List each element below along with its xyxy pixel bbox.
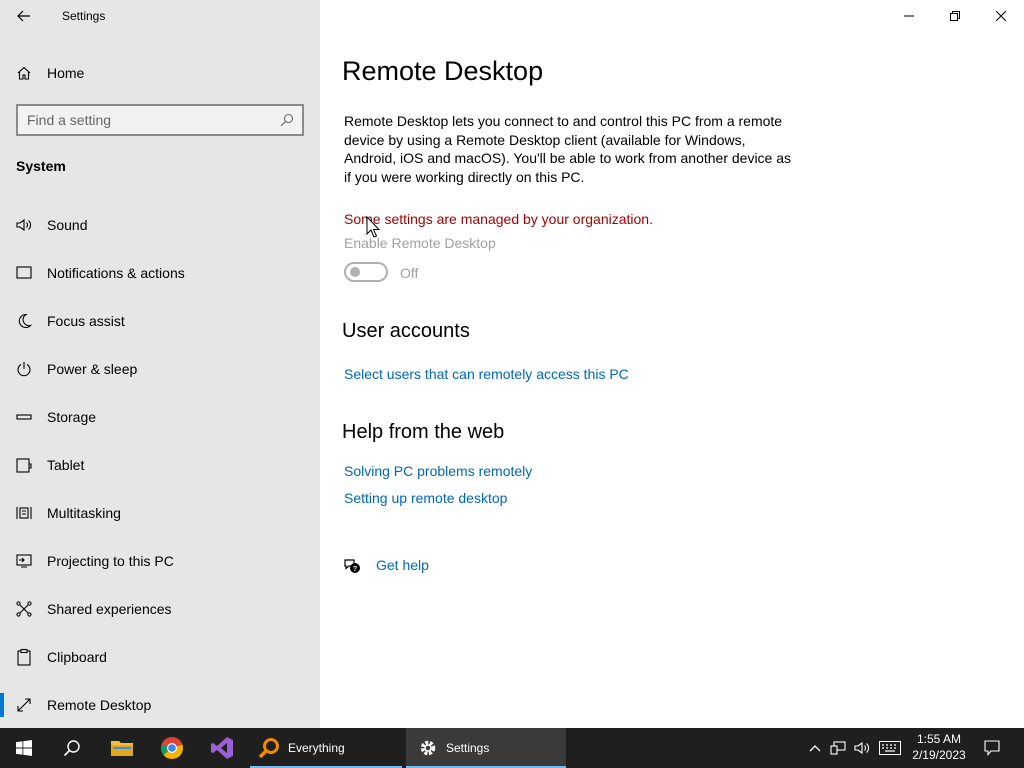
sidebar-item-notifications[interactable]: Notifications & actions bbox=[0, 253, 320, 293]
back-button[interactable] bbox=[10, 4, 38, 28]
taskbar: Everything Settings 1:55 AM 2/19/2023 bbox=[0, 728, 1024, 768]
sidebar-item-storage[interactable]: Storage bbox=[0, 397, 320, 437]
show-hidden-icons-button[interactable] bbox=[804, 728, 826, 768]
page-title: Remote Desktop bbox=[342, 56, 544, 86]
keyboard-icon bbox=[879, 741, 901, 755]
sidebar-item-remote-desktop[interactable]: Remote Desktop bbox=[0, 685, 320, 725]
tablet-icon bbox=[16, 458, 32, 473]
restore-icon bbox=[950, 11, 960, 21]
page-description: Remote Desktop lets you connect to and c… bbox=[344, 113, 792, 185]
sidebar-item-power-sleep[interactable]: Power & sleep bbox=[0, 349, 320, 389]
search-box[interactable] bbox=[16, 104, 304, 136]
sidebar-item-label: Projecting to this PC bbox=[47, 553, 174, 569]
windows-logo-icon bbox=[16, 740, 32, 756]
sidebar-item-label: Focus assist bbox=[47, 313, 125, 329]
search-button[interactable] bbox=[48, 728, 96, 768]
sidebar-item-label: Multitasking bbox=[47, 505, 121, 521]
sidebar-item-tablet[interactable]: Tablet bbox=[0, 445, 320, 485]
sidebar-home[interactable]: Home bbox=[0, 57, 320, 89]
taskbar-app-label: Settings bbox=[446, 741, 490, 755]
clock[interactable]: 1:55 AM 2/19/2023 bbox=[905, 731, 973, 763]
moon-icon bbox=[18, 313, 33, 329]
sidebar-item-sound[interactable]: Sound bbox=[0, 205, 320, 245]
gear-icon bbox=[420, 740, 436, 756]
window-title: Settings bbox=[62, 9, 106, 23]
toggle-knob bbox=[350, 267, 360, 277]
message-icon bbox=[16, 266, 32, 279]
speaker-icon bbox=[16, 218, 31, 232]
chevron-up-icon bbox=[809, 745, 821, 752]
minimize-icon bbox=[904, 15, 914, 17]
drive-icon bbox=[16, 414, 32, 420]
back-arrow-icon bbox=[17, 10, 30, 22]
help-from-web-heading: Help from the web bbox=[342, 421, 505, 443]
network-icon bbox=[830, 741, 846, 755]
start-button[interactable] bbox=[0, 728, 48, 768]
select-users-link[interactable]: Select users that can remotely access th… bbox=[344, 366, 629, 382]
title-bar-left: Settings bbox=[0, 0, 320, 32]
sidebar-item-label: Sound bbox=[47, 217, 88, 233]
search-icon bbox=[63, 740, 80, 757]
active-indicator bbox=[0, 693, 4, 717]
taskbar-app-label: Everything bbox=[288, 741, 345, 755]
chrome-icon bbox=[161, 737, 183, 759]
window-controls bbox=[886, 0, 1024, 32]
clipboard-icon bbox=[17, 648, 31, 666]
restore-button[interactable] bbox=[932, 0, 978, 32]
action-center-button[interactable] bbox=[976, 728, 1008, 768]
projector-icon bbox=[16, 554, 32, 568]
get-help-link[interactable]: Get help bbox=[376, 557, 429, 573]
everything-search-icon bbox=[258, 738, 279, 759]
get-help-icon: ? bbox=[344, 559, 360, 573]
home-label: Home bbox=[47, 65, 85, 81]
mouse-cursor-icon bbox=[366, 216, 380, 238]
minimize-button[interactable] bbox=[886, 0, 932, 32]
multitasking-icon bbox=[16, 507, 32, 519]
sidebar-item-label: Power & sleep bbox=[47, 361, 138, 377]
remote-desktop-icon bbox=[17, 698, 31, 712]
taskbar-everything[interactable]: Everything bbox=[250, 728, 402, 768]
taskbar-file-explorer[interactable] bbox=[98, 728, 146, 768]
sidebar-item-projecting[interactable]: Projecting to this PC bbox=[0, 541, 320, 581]
svg-text:?: ? bbox=[353, 566, 357, 573]
system-tray bbox=[804, 728, 906, 768]
close-icon bbox=[996, 11, 1006, 21]
share-icon bbox=[16, 601, 32, 617]
sidebar-section-title: System bbox=[16, 158, 66, 174]
power-icon bbox=[17, 362, 31, 377]
sidebar-item-label: Remote Desktop bbox=[47, 697, 152, 713]
close-button[interactable] bbox=[978, 0, 1024, 32]
network-button[interactable] bbox=[826, 728, 850, 768]
notification-icon bbox=[984, 740, 1000, 756]
taskbar-settings[interactable]: Settings bbox=[406, 728, 566, 768]
sidebar-item-label: Clipboard bbox=[47, 649, 107, 665]
toggle-state-label: Off bbox=[400, 265, 419, 281]
sidebar-item-label: Shared experiences bbox=[47, 601, 172, 617]
sidebar-item-label: Tablet bbox=[47, 457, 85, 473]
sidebar-item-focus-assist[interactable]: Focus assist bbox=[0, 301, 320, 341]
touch-keyboard-button[interactable] bbox=[874, 728, 906, 768]
folder-icon bbox=[111, 741, 133, 756]
volume-button[interactable] bbox=[850, 728, 874, 768]
sidebar-item-label: Notifications & actions bbox=[47, 265, 185, 281]
sidebar-item-multitasking[interactable]: Multitasking bbox=[0, 493, 320, 533]
clock-date: 2/19/2023 bbox=[912, 748, 966, 762]
sidebar-item-clipboard[interactable]: Clipboard bbox=[0, 637, 320, 677]
volume-icon bbox=[854, 741, 869, 755]
taskbar-visual-studio[interactable] bbox=[198, 728, 246, 768]
search-input[interactable] bbox=[18, 106, 268, 134]
solving-pc-problems-link[interactable]: Solving PC problems remotely bbox=[344, 463, 532, 479]
sidebar-item-shared-experiences[interactable]: Shared experiences bbox=[0, 589, 320, 629]
home-icon bbox=[17, 66, 31, 80]
clock-time: 1:55 AM bbox=[916, 732, 962, 746]
sidebar-item-label: Storage bbox=[47, 409, 97, 425]
sidebar: Settings Home System Sound Notifications… bbox=[0, 0, 320, 728]
managed-notice: Some settings are managed by your organi… bbox=[344, 211, 653, 227]
visual-studio-icon bbox=[211, 737, 233, 759]
setting-up-remote-desktop-link[interactable]: Setting up remote desktop bbox=[344, 490, 507, 506]
search-icon[interactable] bbox=[280, 113, 294, 127]
enable-remote-desktop-toggle[interactable] bbox=[344, 262, 388, 282]
user-accounts-heading: User accounts bbox=[342, 320, 470, 342]
taskbar-chrome[interactable] bbox=[148, 728, 196, 768]
